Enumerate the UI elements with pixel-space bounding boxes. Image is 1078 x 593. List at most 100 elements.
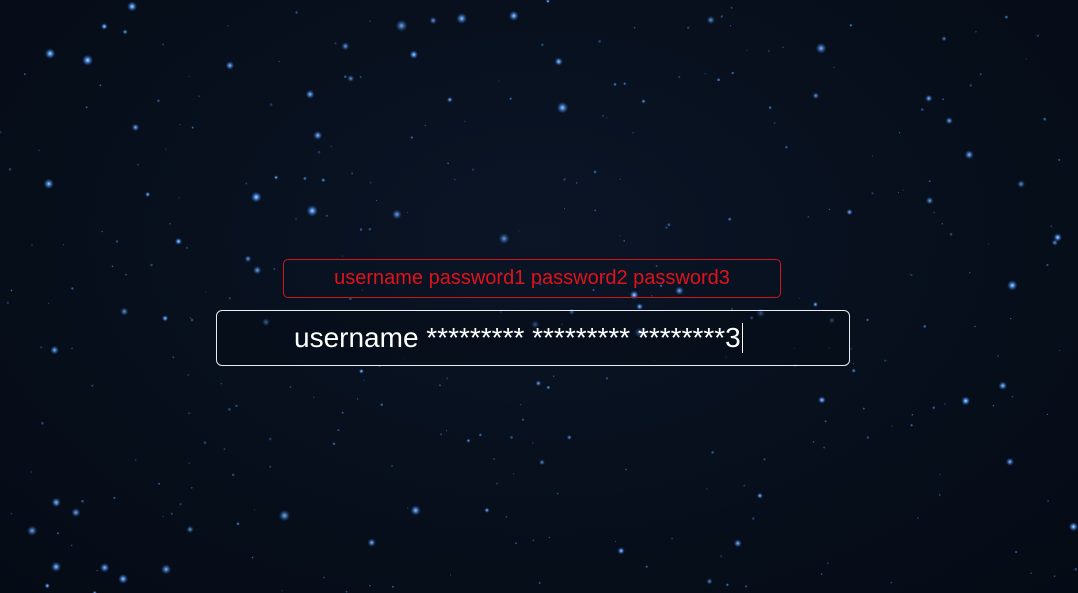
star-glow: [998, 381, 1008, 391]
star-glow: [100, 23, 108, 30]
star: [767, 50, 770, 52]
star-glow: [554, 57, 563, 66]
star: [807, 215, 810, 218]
star: [623, 240, 626, 242]
star: [687, 26, 690, 29]
star: [91, 384, 94, 387]
star: [1010, 318, 1012, 320]
star: [625, 468, 627, 471]
star: [1046, 263, 1049, 267]
star: [730, 25, 732, 27]
star: [942, 98, 944, 101]
star: [191, 126, 194, 129]
star: [826, 562, 829, 564]
star: [85, 106, 88, 109]
star: [1058, 349, 1061, 352]
star-glow: [305, 89, 315, 99]
star: [269, 103, 273, 106]
star: [898, 131, 901, 134]
star: [48, 302, 50, 304]
star: [407, 507, 409, 509]
star-glow: [250, 191, 262, 203]
star: [254, 509, 256, 511]
star: [70, 544, 73, 547]
star: [325, 214, 328, 217]
star: [496, 482, 499, 485]
star: [509, 97, 512, 100]
star: [115, 240, 119, 243]
star: [424, 124, 427, 127]
star: [445, 430, 448, 432]
star: [614, 540, 617, 543]
star: [81, 499, 84, 503]
star: [203, 441, 207, 444]
star: [720, 15, 724, 18]
star: [278, 60, 280, 63]
star: [134, 459, 137, 461]
star-glow: [812, 301, 819, 308]
star: [575, 182, 578, 184]
star-glow: [44, 583, 50, 589]
star-glow: [395, 19, 408, 32]
star-glow: [1017, 180, 1026, 188]
star: [746, 50, 748, 52]
star: [563, 208, 566, 210]
star: [157, 99, 160, 103]
star: [911, 414, 914, 416]
star-glow: [118, 573, 129, 584]
star: [1005, 15, 1008, 19]
star: [125, 273, 127, 276]
star: [169, 223, 171, 225]
star: [268, 437, 272, 441]
star: [512, 473, 515, 475]
star: [330, 145, 333, 148]
star: [220, 382, 223, 385]
star: [223, 448, 226, 451]
star: [158, 482, 161, 485]
star: [170, 512, 173, 515]
star: [730, 6, 733, 9]
star: [1015, 551, 1018, 554]
star: [323, 576, 325, 579]
star: [369, 20, 371, 22]
star: [235, 404, 238, 408]
star: [356, 398, 359, 400]
star: [332, 442, 336, 446]
star: [341, 255, 344, 257]
star: [798, 297, 800, 299]
star: [479, 433, 482, 437]
star: [178, 197, 180, 199]
star: [763, 458, 766, 461]
star: [850, 348, 853, 350]
star: [593, 170, 597, 174]
star: [150, 263, 153, 267]
credentials-input-value[interactable]: username ********* ********* ********3: [294, 311, 743, 365]
star: [31, 244, 33, 246]
star: [380, 403, 384, 406]
star-glow: [1053, 233, 1062, 242]
star-glow: [641, 98, 646, 104]
star: [179, 502, 182, 506]
star: [6, 301, 10, 305]
star: [10, 512, 13, 515]
star: [518, 230, 520, 232]
star: [897, 192, 899, 194]
star: [1046, 413, 1049, 416]
star-glow: [273, 175, 279, 180]
star: [189, 317, 192, 319]
star-glow: [82, 54, 94, 66]
credentials-input[interactable]: username ********* ********* ********3: [216, 310, 850, 366]
star: [162, 43, 165, 46]
star: [866, 318, 869, 322]
star: [1025, 58, 1027, 60]
star-glow: [44, 48, 56, 59]
star: [363, 379, 365, 381]
star: [334, 42, 337, 45]
star-glow: [508, 10, 519, 21]
star: [902, 189, 904, 191]
star-glow: [539, 459, 545, 466]
star: [752, 517, 755, 520]
star-glow: [815, 42, 827, 54]
star: [188, 75, 190, 78]
star-glow: [122, 29, 128, 35]
